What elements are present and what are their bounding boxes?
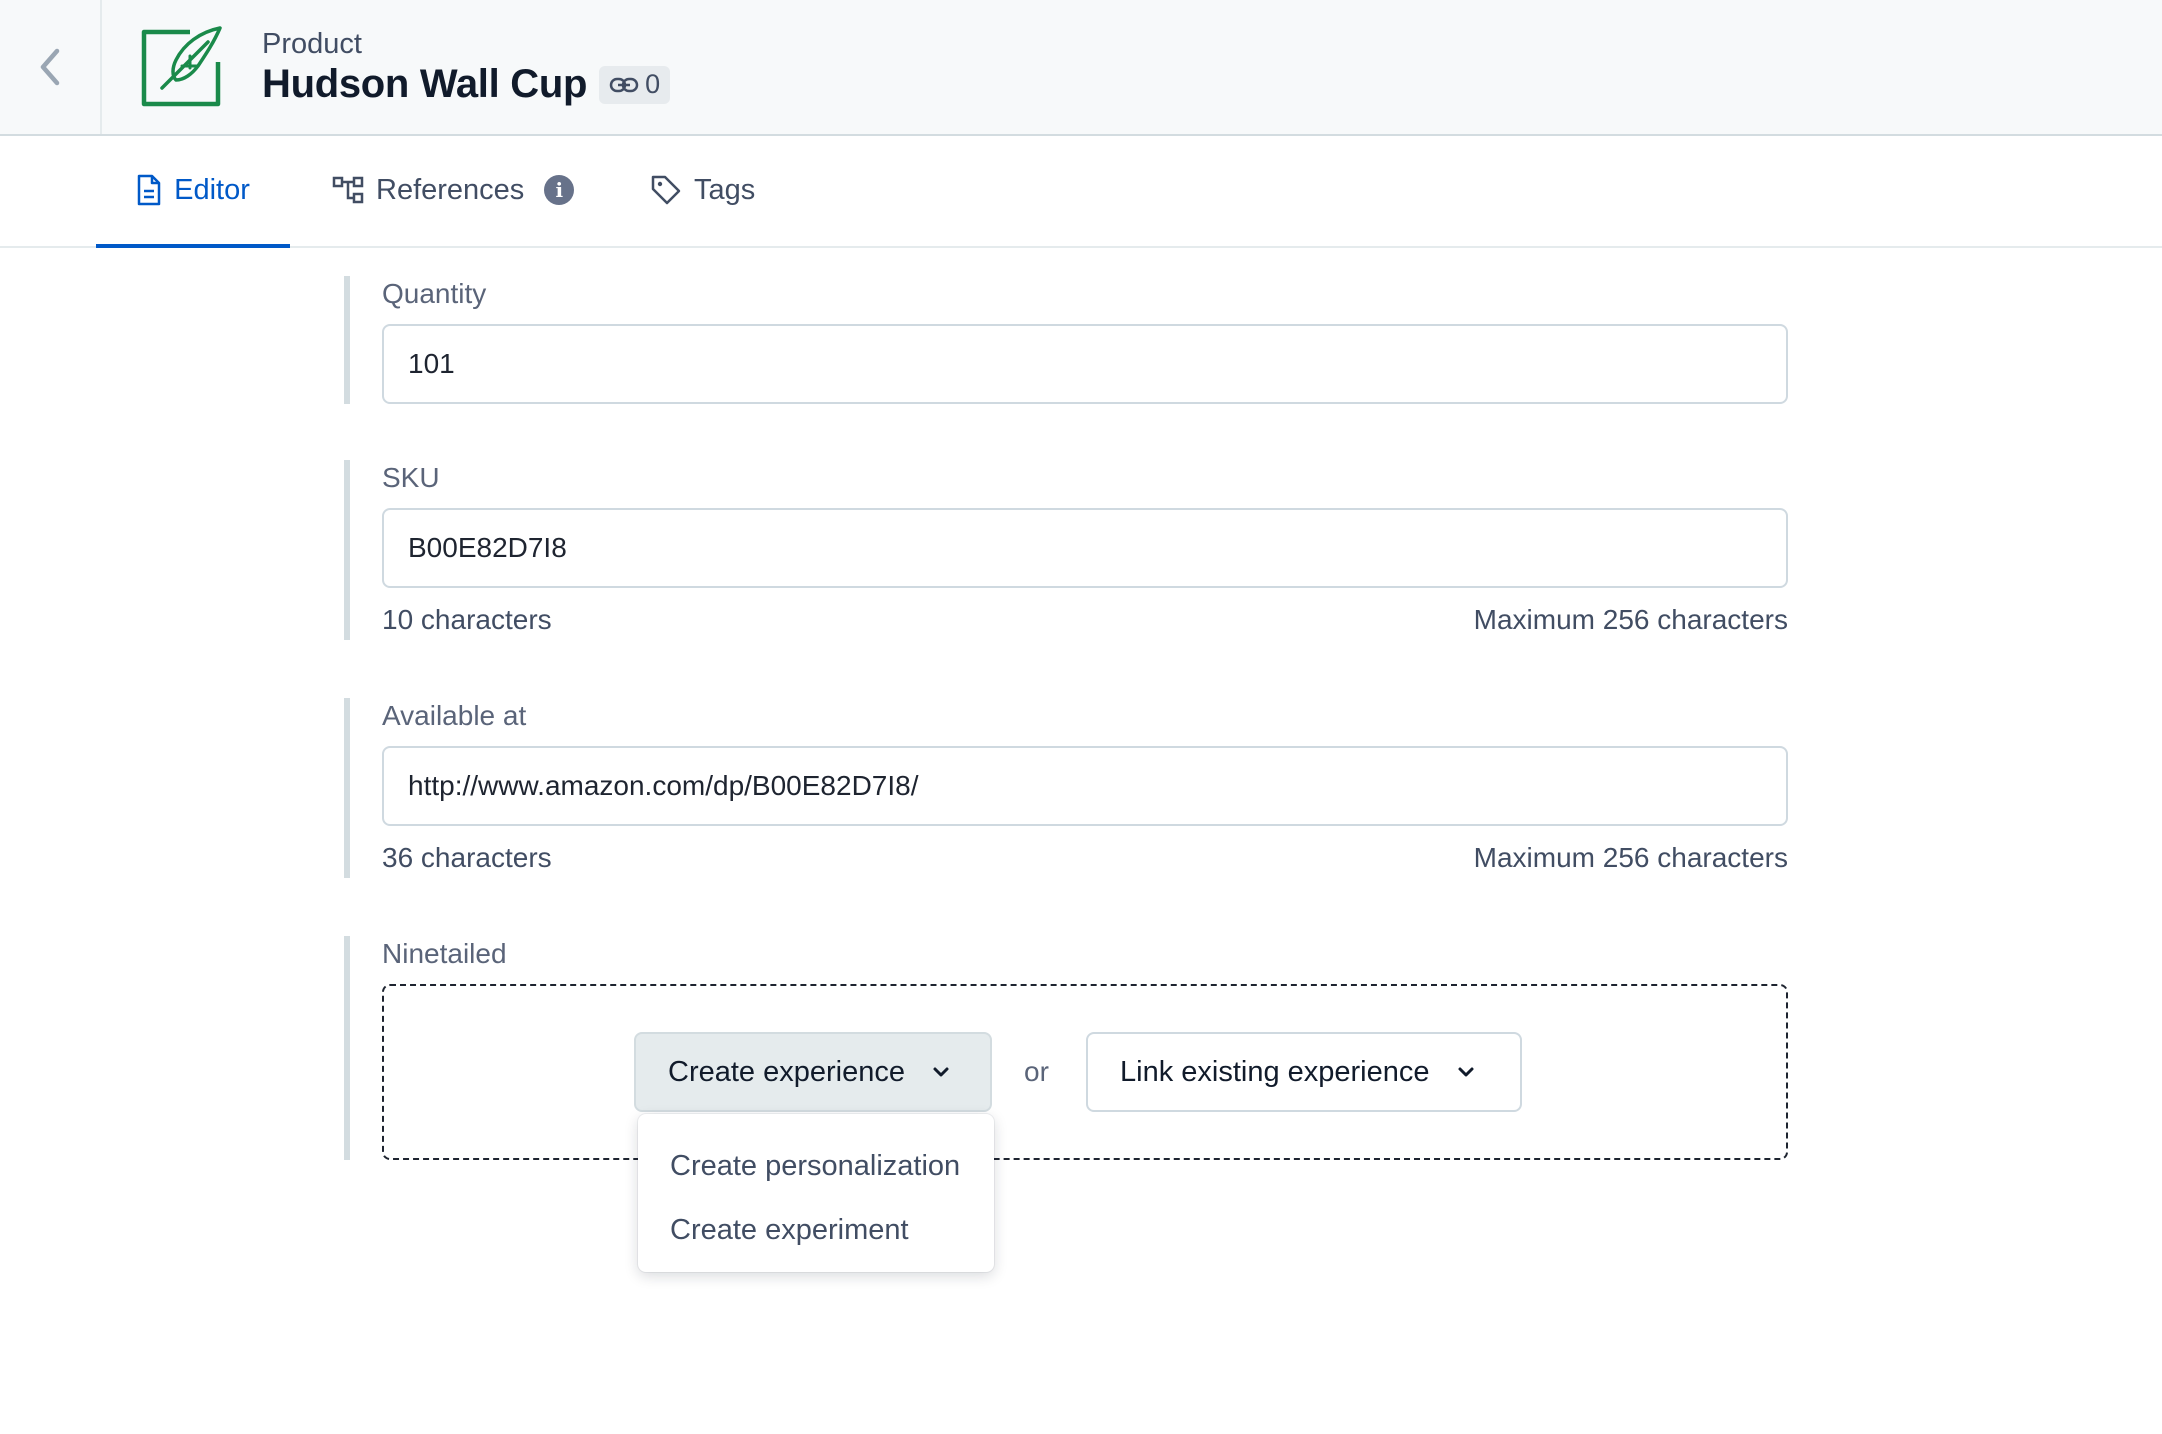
entry-tabs: Editor References i Tags (0, 134, 2162, 248)
entry-header: Product Hudson Wall Cup 0 (0, 0, 2162, 136)
link-existing-experience-button[interactable]: Link existing experience (1086, 1032, 1522, 1112)
tab-tags[interactable]: Tags (650, 134, 755, 246)
tab-tags-label: Tags (694, 173, 756, 206)
field-label: Available at (382, 700, 527, 731)
sku-input[interactable] (382, 508, 1788, 588)
tab-editor[interactable]: Editor (96, 134, 290, 248)
tab-editor-label: Editor (174, 173, 250, 206)
field-available-at: Available at 36 characters Maximum 256 c… (344, 698, 1788, 878)
create-experience-button[interactable]: Create experience (634, 1032, 992, 1112)
info-icon[interactable]: i (544, 175, 575, 205)
entry-title-row: Hudson Wall Cup 0 (262, 62, 671, 107)
menu-item-create-personalization[interactable]: Create personalization (638, 1134, 994, 1198)
or-separator: or (1024, 1056, 1049, 1087)
field-label: SKU (382, 462, 440, 493)
tag-icon (651, 175, 681, 205)
incoming-links-badge[interactable]: 0 (599, 65, 671, 104)
tab-references[interactable]: References i (332, 134, 575, 246)
chevron-left-icon (40, 48, 60, 86)
chevron-down-icon (1458, 1067, 1474, 1077)
character-count: 10 characters (382, 604, 552, 635)
character-count: 36 characters (382, 842, 552, 873)
quantity-input[interactable] (382, 324, 1788, 404)
experience-dropzone: Create experience or Link existing exper… (382, 984, 1788, 1160)
character-limit: Maximum 256 characters (1473, 604, 1788, 635)
menu-item-create-experiment[interactable]: Create experiment (638, 1198, 994, 1262)
entry-editor-page: Product Hudson Wall Cup 0 Editor Referen… (0, 0, 2162, 1434)
create-experience-menu: Create personalization Create experiment (638, 1114, 994, 1272)
character-limit: Maximum 256 characters (1473, 842, 1788, 873)
document-icon (137, 174, 161, 206)
available-at-input[interactable] (382, 746, 1788, 826)
entry-title: Hudson Wall Cup (262, 62, 588, 106)
tab-references-label: References (376, 173, 525, 206)
field-quantity: Quantity (344, 276, 1788, 404)
link-existing-experience-label: Link existing experience (1120, 1055, 1430, 1088)
field-label: Quantity (382, 278, 487, 309)
chevron-down-icon (933, 1067, 949, 1077)
entry-feather-icon (141, 26, 222, 107)
references-icon (332, 176, 364, 204)
field-ninetailed: Ninetailed Create experience or Link exi… (344, 936, 1788, 1160)
back-button[interactable] (0, 0, 102, 134)
field-help-row: 10 characters Maximum 256 characters (382, 604, 1788, 636)
field-sku: SKU 10 characters Maximum 256 characters (344, 460, 1788, 640)
field-label: Ninetailed (382, 938, 507, 969)
content-type-label: Product (262, 28, 362, 60)
incoming-links-count: 0 (645, 69, 661, 99)
field-help-row: 36 characters Maximum 256 characters (382, 842, 1788, 874)
create-experience-label: Create experience (668, 1055, 905, 1088)
active-tab-indicator (96, 244, 290, 248)
link-icon (609, 77, 639, 92)
